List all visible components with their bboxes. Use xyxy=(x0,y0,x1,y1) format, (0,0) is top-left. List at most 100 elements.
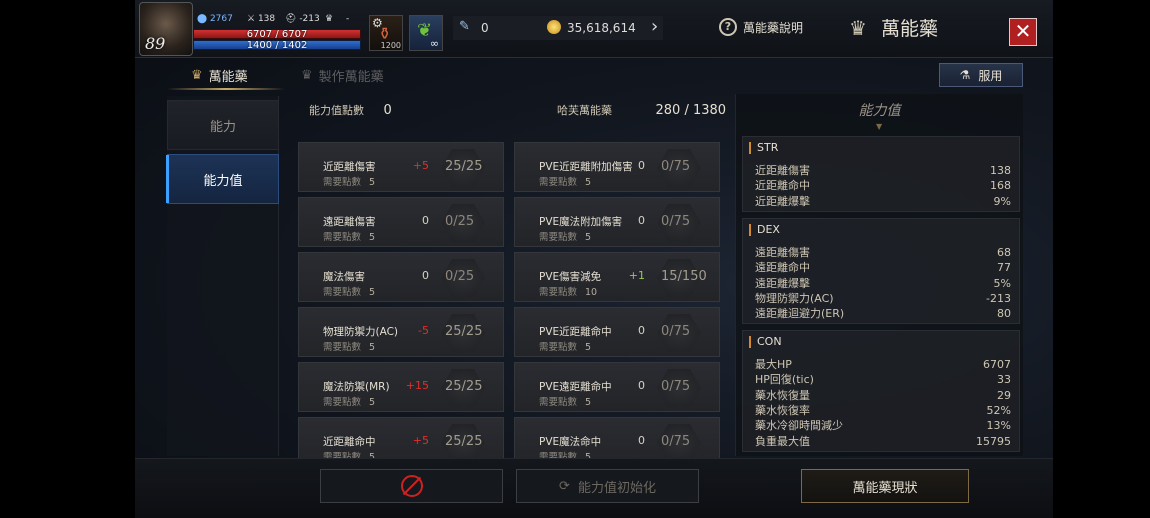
info-row: 遠距離傷害 68 xyxy=(755,245,1011,260)
stat-card[interactable]: 遠距離傷害 需要點數 5 0 0/25 xyxy=(298,197,504,247)
requirement-value: 10 xyxy=(585,287,598,298)
gold-coin-icon xyxy=(547,20,561,34)
rank-value: - xyxy=(345,14,350,24)
stat-bonus: 0 xyxy=(638,159,645,172)
info-row: HP回復(tic) 33 xyxy=(755,372,1011,387)
stat-card[interactable]: PVE傷害減免 需要點數 10 +1 15/150 xyxy=(514,252,720,302)
info-key: 負重最大值 xyxy=(755,434,810,448)
elixir-tab-icon: ♛ xyxy=(191,67,203,83)
requirement-value: 5 xyxy=(585,342,592,353)
info-row: 藥水恢復率 52% xyxy=(755,403,1011,418)
info-value: 52% xyxy=(986,403,1011,417)
requirement-value: 5 xyxy=(369,342,376,353)
stat-requirement: 需要點數 5 xyxy=(539,174,591,188)
info-value: 29 xyxy=(997,388,1011,402)
stat-card[interactable]: PVE遠距離命中 需要點數 5 0 0/75 xyxy=(514,362,720,412)
info-key: 近距離爆擊 xyxy=(755,194,810,208)
stat-bonus: 0 xyxy=(638,324,645,337)
stat-requirement: 需要點數 5 xyxy=(323,174,375,188)
stats-info-panel: 能力值 ▼ STR 近距離傷害 138 近距離命中 168 近距離爆擊 9% DEX 遠距… xyxy=(735,94,1023,456)
attack-stat: ⚔ 138 xyxy=(247,14,275,24)
stat-name: PVE傷害減免 xyxy=(539,271,602,283)
stat-bonus: +5 xyxy=(412,159,429,172)
potion-slot[interactable]: ⚙ ⚱ 1200 xyxy=(369,15,403,51)
bottom-bar: ⟳ 能力值初始化 萬能藥現狀 xyxy=(135,458,1053,518)
trophy-icon: ♛ xyxy=(325,14,334,24)
window-title: ♛ 萬能藥 xyxy=(849,14,938,41)
stat-level: 25/25 xyxy=(445,434,483,449)
sword-icon: ⚔ xyxy=(247,14,256,24)
left-letterbox xyxy=(0,0,135,518)
stat-card[interactable]: 魔法防禦(MR) 需要點數 5 +15 25/25 xyxy=(298,362,504,412)
requirement-label: 需要點數 xyxy=(539,287,578,298)
stat-name: PVE遠距離命中 xyxy=(539,381,612,393)
info-key: 藥水恢復率 xyxy=(755,403,810,417)
stat-bonus: +1 xyxy=(628,269,645,282)
requirement-label: 需要點數 xyxy=(539,342,578,353)
requirement-label: 需要點數 xyxy=(539,177,578,188)
stat-bonus: 0 xyxy=(638,379,645,392)
side-menu: 能力 能力值 xyxy=(166,96,279,456)
con-head: CON xyxy=(749,336,782,348)
craft-tab-icon: ♛ xyxy=(301,67,313,83)
info-value: 9% xyxy=(993,194,1011,208)
flask-icon: ⚗ xyxy=(959,68,971,82)
info-value: 5% xyxy=(993,276,1011,290)
chevron-right-icon[interactable]: › xyxy=(651,16,658,37)
stat-name: 近距離命中 xyxy=(323,436,376,448)
side-item-ability-label: 能力 xyxy=(209,119,236,135)
stat-bonus: -5 xyxy=(418,324,429,337)
close-button[interactable]: ✕ xyxy=(1009,18,1037,46)
requirement-label: 需要點數 xyxy=(323,232,362,243)
stat-card[interactable]: PVE近距離命中 需要點數 5 0 0/75 xyxy=(514,307,720,357)
reset-stats-button[interactable]: ⟳ 能力值初始化 xyxy=(516,469,699,503)
side-item-ability[interactable]: 能力 xyxy=(167,100,279,150)
info-key: 近距離命中 xyxy=(755,179,810,193)
info-key: 藥水恢復量 xyxy=(755,388,810,402)
side-item-stats[interactable]: 能力值 xyxy=(166,154,279,204)
ticket-counter: ✎ 0 xyxy=(453,16,543,40)
stat-card[interactable]: 魔法傷害 需要點數 5 0 0/25 xyxy=(298,252,504,302)
info-row: 物理防禦力(AC) -213 xyxy=(755,291,1011,306)
ability-points: 能力值點數 0 xyxy=(309,102,392,118)
use-button[interactable]: ⚗ 服用 xyxy=(939,63,1023,87)
info-value: 80 xyxy=(997,307,1011,321)
stat-card[interactable]: 近距離傷害 需要點數 5 +5 25/25 xyxy=(298,142,504,192)
stat-level: 25/25 xyxy=(445,159,483,174)
stat-card[interactable]: 物理防禦力(AC) 需要點數 5 -5 25/25 xyxy=(298,307,504,357)
stat-card[interactable]: PVE近距離附加傷害 需要點數 5 0 0/75 xyxy=(514,142,720,192)
dex-head: DEX xyxy=(749,224,780,236)
rank-stat: ♛ - xyxy=(325,14,349,24)
stat-requirement: 需要點數 5 xyxy=(539,394,591,408)
info-row: 遠距離迴避力(ER) 80 xyxy=(755,306,1011,321)
disabled-action-button[interactable] xyxy=(320,469,503,503)
buff-slot[interactable]: ❦ ∞ xyxy=(409,15,443,51)
stat-level: 0/75 xyxy=(661,434,691,449)
stat-level: 0/25 xyxy=(445,214,475,229)
elixir-status-button[interactable]: 萬能藥現狀 xyxy=(801,469,969,503)
stat-level: 15/150 xyxy=(661,269,707,284)
stat-bonus: 0 xyxy=(638,214,645,227)
tab-craft-elixir[interactable]: ♛ 製作萬能藥 xyxy=(301,62,384,88)
stat-name: 遠距離傷害 xyxy=(323,216,376,228)
info-value: 138 xyxy=(990,164,1011,177)
str-head: STR xyxy=(749,142,778,154)
gold-value: 35,618,614 xyxy=(567,21,636,35)
stat-name: 物理防禦力(AC) xyxy=(323,326,399,338)
help-button[interactable]: ? 萬能藥說明 xyxy=(719,18,803,36)
info-value: 68 xyxy=(997,246,1011,259)
info-row: 近距離爆擊 9% xyxy=(755,194,1011,209)
tab-elixir[interactable]: ♛ 萬能藥 xyxy=(191,62,248,88)
prohibited-icon xyxy=(400,475,423,497)
stat-bonus: +5 xyxy=(412,434,429,447)
helmet-icon: ⛑ xyxy=(285,14,297,24)
reset-stats-label: 能力值初始化 xyxy=(577,480,656,496)
attack-value: 138 xyxy=(257,14,276,24)
stat-card[interactable]: PVE魔法附加傷害 需要點數 5 0 0/75 xyxy=(514,197,720,247)
stat-name: PVE魔法命中 xyxy=(539,436,602,448)
power-icon: ⬤ xyxy=(197,14,208,24)
potion-count: 1200 xyxy=(380,41,401,50)
mp-text: 1400 / 1402 xyxy=(246,40,308,51)
title-text: 萬能藥 xyxy=(880,18,938,40)
info-key: 最大HP xyxy=(755,358,792,371)
